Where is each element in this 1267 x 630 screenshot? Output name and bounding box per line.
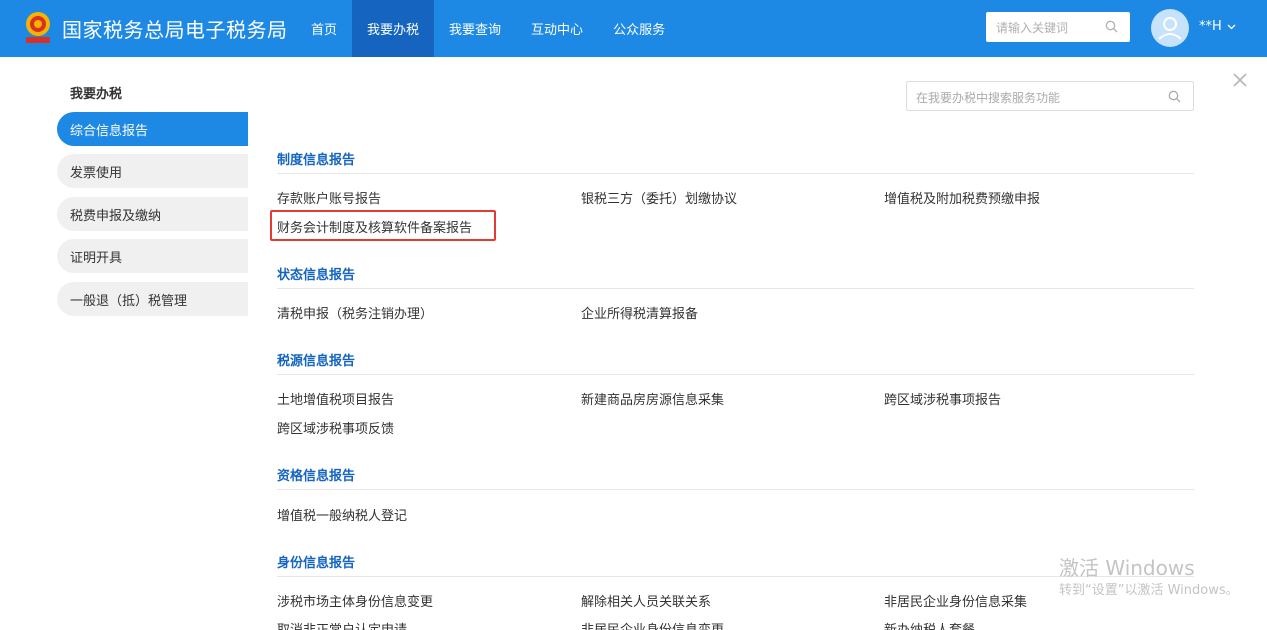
- close-icon[interactable]: [1232, 72, 1248, 88]
- user-menu[interactable]: **H: [1199, 19, 1236, 34]
- service-link[interactable]: 新办纳税人套餐: [884, 619, 975, 630]
- sidebar-item-comprehensive-report[interactable]: 综合信息报告: [57, 112, 248, 146]
- nav-home[interactable]: 首页: [296, 0, 352, 57]
- site-title[interactable]: 国家税务总局电子税务局: [62, 14, 288, 43]
- service-link[interactable]: 银税三方（委托）划缴协议: [581, 188, 737, 207]
- service-link[interactable]: 清税申报（税务注销办理）: [277, 303, 433, 322]
- tax-emblem-logo: [26, 12, 50, 43]
- section-divider: [277, 489, 1194, 490]
- top-navbar: 国家税务总局电子税务局 首页 我要办税 我要查询 互动中心 公众服务 请输入关键…: [0, 0, 1267, 57]
- service-search-input[interactable]: 在我要办税中搜索服务功能: [906, 81, 1194, 111]
- sidebar-item-invoice-use[interactable]: 发票使用: [57, 154, 248, 188]
- sidebar-item-tax-declaration[interactable]: 税费申报及缴纳: [57, 197, 248, 231]
- header-search-input[interactable]: 请输入关键词: [986, 12, 1130, 42]
- service-link[interactable]: 非居民企业身份信息采集: [884, 591, 1027, 610]
- service-link[interactable]: 存款账户账号报告: [277, 188, 381, 207]
- user-avatar[interactable]: [1151, 9, 1189, 47]
- service-link[interactable]: 土地增值税项目报告: [277, 389, 394, 408]
- service-link[interactable]: 解除相关人员关联关系: [581, 591, 711, 610]
- service-link[interactable]: 增值税及附加税费预缴申报: [884, 188, 1040, 207]
- sidebar-item-certificate[interactable]: 证明开具: [57, 239, 248, 273]
- service-link[interactable]: 跨区域涉税事项报告: [884, 389, 1001, 408]
- service-link[interactable]: 新建商品房房源信息采集: [581, 389, 724, 408]
- section-title-status-info: 状态信息报告: [277, 268, 356, 283]
- search-icon[interactable]: [1105, 20, 1118, 33]
- service-link[interactable]: 取消非正常户认定申请: [277, 619, 407, 630]
- user-name: **H: [1199, 19, 1222, 34]
- section-divider: [277, 173, 1194, 174]
- service-link[interactable]: 涉税市场主体身份信息变更: [277, 591, 433, 610]
- section-title-qualification-info: 资格信息报告: [277, 469, 356, 484]
- section-title-system-info: 制度信息报告: [277, 153, 356, 168]
- search-icon[interactable]: [1168, 90, 1181, 103]
- service-search-placeholder: 在我要办税中搜索服务功能: [916, 91, 1061, 105]
- service-link[interactable]: 增值税一般纳税人登记: [277, 505, 407, 524]
- service-link[interactable]: 跨区域涉税事项反馈: [277, 418, 394, 437]
- section-title-tax-source-info: 税源信息报告: [277, 354, 356, 369]
- main-nav: 首页 我要办税 我要查询 互动中心 公众服务: [296, 0, 680, 57]
- section-divider: [277, 288, 1194, 289]
- nav-public-services[interactable]: 公众服务: [598, 0, 680, 57]
- service-link[interactable]: 企业所得税清算报备: [581, 303, 698, 322]
- service-link[interactable]: 非居民企业身份信息变更: [581, 619, 724, 630]
- chevron-down-icon: [1227, 19, 1236, 34]
- sidebar-item-tax-refund[interactable]: 一般退（抵）税管理: [57, 282, 248, 316]
- highlight-box: [270, 210, 496, 241]
- header-search-placeholder: 请输入关键词: [996, 21, 1069, 35]
- sidebar-title: 我要办税: [70, 87, 123, 102]
- user-icon: [1158, 17, 1182, 40]
- section-title-identity-info: 身份信息报告: [277, 556, 356, 571]
- nav-query[interactable]: 我要查询: [434, 0, 516, 57]
- nav-tax-handling[interactable]: 我要办税: [352, 0, 435, 57]
- sidebar: 我要办税 综合信息报告 发票使用 税费申报及缴纳 证明开具 一般退（抵）税管理: [0, 57, 248, 630]
- nav-interaction-center[interactable]: 互动中心: [516, 0, 598, 57]
- section-divider: [277, 576, 1194, 577]
- section-divider: [277, 374, 1194, 375]
- activation-watermark-subtitle: 转到“设置”以激活 Windows。: [1059, 583, 1239, 598]
- activation-watermark-title: 激活 Windows: [1059, 556, 1195, 580]
